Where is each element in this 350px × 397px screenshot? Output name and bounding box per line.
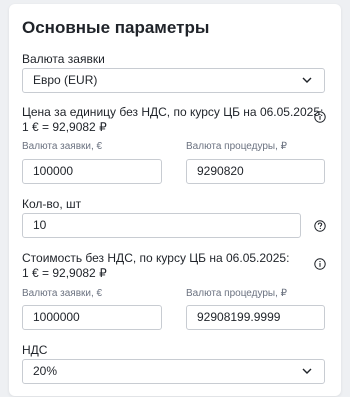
total-cost-info-line1: Стоимость без НДС, по курсу ЦБ на 06.05.… [22, 251, 290, 265]
currency-select-value: Евро (EUR) [33, 73, 98, 87]
quantity-input[interactable]: 10 [22, 213, 301, 238]
total-cost-bid-currency-label: Валюта заявки, € [22, 288, 103, 299]
total-cost-rate: 1 € = 92,9082 ₽ [22, 266, 107, 280]
unit-price-bid-currency-input[interactable]: 100000 [22, 159, 162, 184]
vat-label: НДС [22, 343, 48, 357]
total-cost-procedure-currency-label: Валюта процедуры, ₽ [186, 288, 288, 299]
vat-select[interactable]: 20% [22, 359, 325, 384]
total-cost-info: Стоимость без НДС, по курсу ЦБ на 06.05.… [22, 251, 312, 281]
info-icon[interactable] [314, 258, 326, 270]
chevron-down-icon [302, 368, 312, 374]
vat-select-value: 20% [33, 364, 58, 378]
info-icon[interactable] [314, 111, 326, 123]
currency-label: Валюта заявки [22, 52, 105, 66]
quantity-label: Кол-во, шт [22, 197, 82, 211]
total-cost-bid-currency-input[interactable]: 1000000 [22, 305, 162, 330]
total-cost-procedure-currency-input[interactable]: 92908199.9999 [186, 305, 325, 330]
chevron-down-icon [302, 77, 312, 83]
section-title: Основные параметры [22, 18, 210, 37]
unit-price-procedure-currency-label: Валюта процедуры, ₽ [186, 141, 288, 152]
unit-price-info: Цена за единицу без НДС, по курсу ЦБ на … [22, 105, 324, 135]
currency-select[interactable]: Евро (EUR) [22, 68, 325, 93]
unit-price-rate: 1 € = 92,9082 ₽ [22, 120, 107, 134]
unit-price-procedure-currency-input[interactable]: 9290820 [186, 159, 325, 184]
main-params-card: Основные параметры Валюта заявки Евро (E… [9, 4, 341, 396]
unit-price-info-line1: Цена за единицу без НДС, по курсу ЦБ на … [22, 105, 324, 119]
unit-price-bid-currency-label: Валюта заявки, € [22, 141, 103, 152]
help-icon[interactable] [314, 220, 326, 232]
